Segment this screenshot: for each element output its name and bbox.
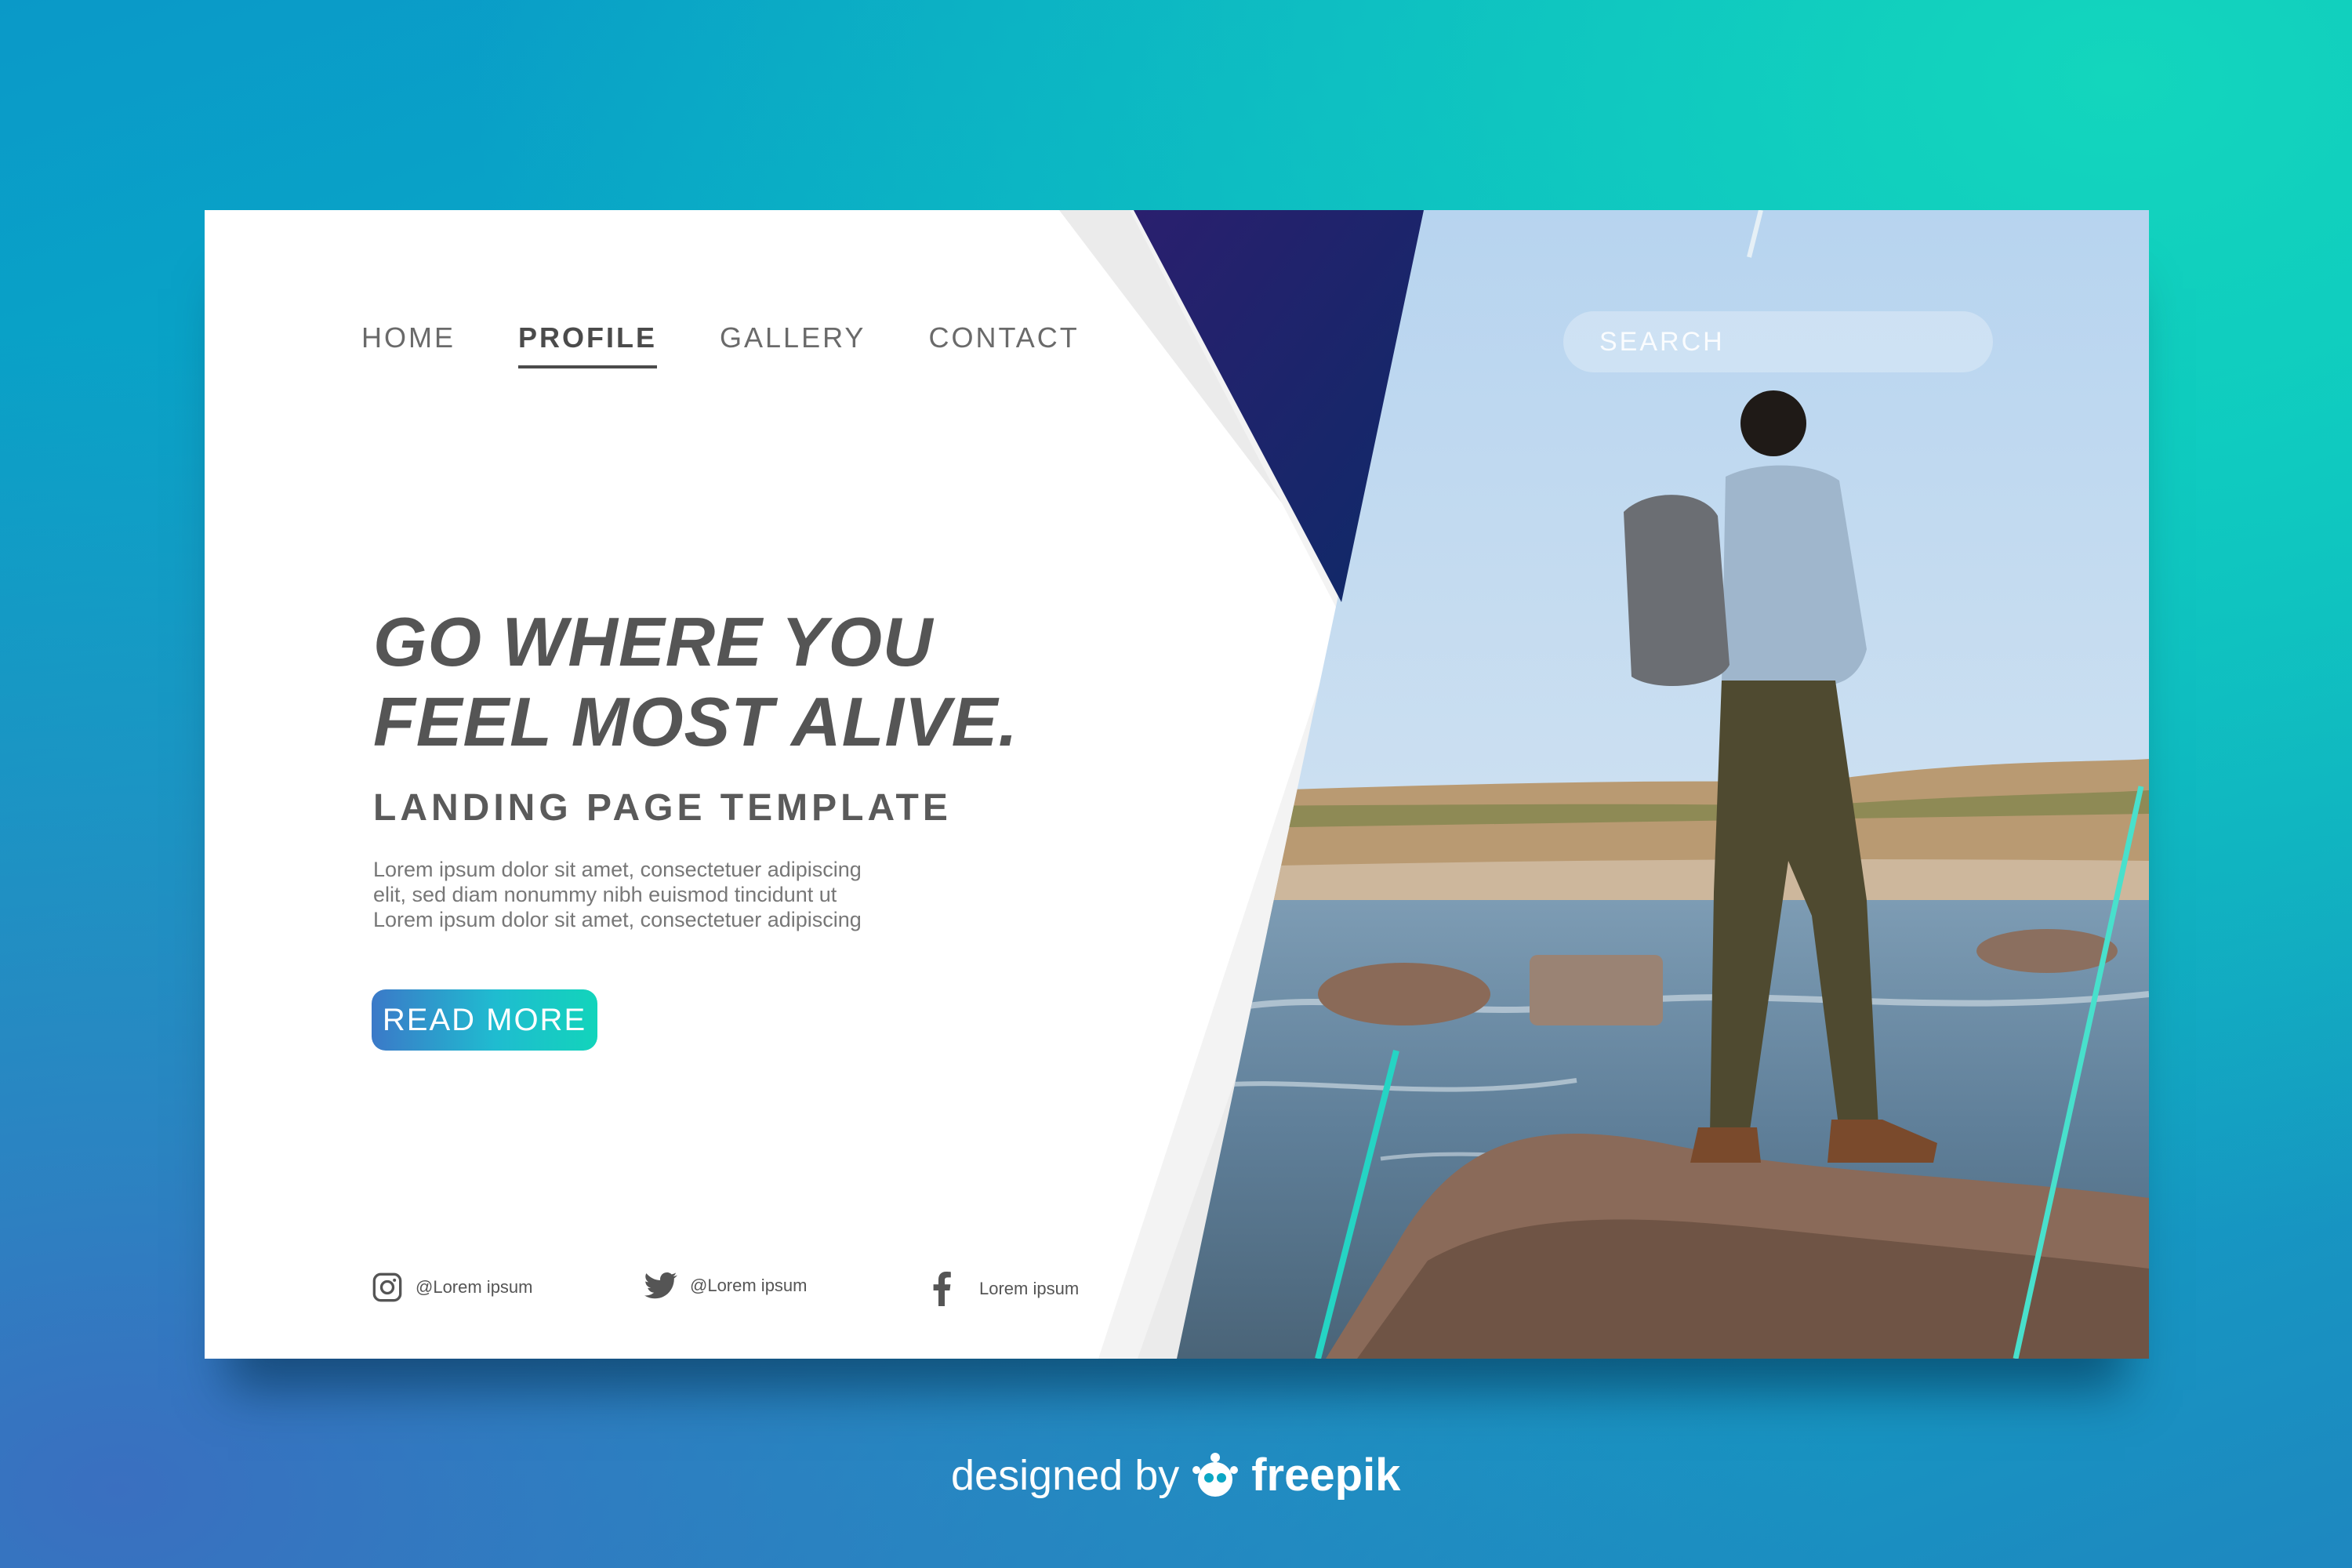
nav-gallery[interactable]: GALLERY bbox=[720, 321, 866, 368]
search-input[interactable] bbox=[1563, 311, 1993, 372]
designer-credit: designed by freepik bbox=[951, 1449, 1400, 1501]
nav-profile[interactable]: PROFILE bbox=[518, 321, 658, 368]
social-instagram[interactable]: @Lorem ipsum bbox=[372, 1272, 533, 1303]
instagram-icon bbox=[372, 1272, 402, 1302]
body-line-1: Lorem ipsum dolor sit amet, consectetuer… bbox=[373, 858, 862, 881]
freepik-logo-icon bbox=[1192, 1452, 1239, 1497]
body-line-2: elit, sed diam nonummy nibh euismod tinc… bbox=[373, 883, 837, 906]
headline: GO WHERE YOU FEEL MOST ALIVE. bbox=[373, 602, 1018, 762]
read-more-button[interactable]: READ MORE bbox=[372, 989, 597, 1051]
facebook-handle: Lorem ipsum bbox=[979, 1279, 1080, 1298]
twitter-icon bbox=[644, 1272, 677, 1299]
social-twitter[interactable]: @Lorem ipsum bbox=[644, 1272, 808, 1300]
credit-prefix: designed by bbox=[951, 1451, 1180, 1499]
social-facebook[interactable]: Lorem ipsum bbox=[932, 1272, 1079, 1306]
headline-line-2: FEEL MOST ALIVE. bbox=[373, 683, 1018, 760]
body-line-3: Lorem ipsum dolor sit amet, consectetuer… bbox=[373, 908, 862, 931]
credit-brand: freepik bbox=[1251, 1450, 1401, 1501]
hero-photo bbox=[205, 210, 2149, 1359]
twitter-handle: @Lorem ipsum bbox=[690, 1276, 808, 1295]
landing-card: HOME PROFILE GALLERY CONTACT GO WHERE YO… bbox=[205, 210, 2149, 1359]
headline-line-1: GO WHERE YOU bbox=[373, 603, 934, 681]
instagram-handle: @Lorem ipsum bbox=[416, 1277, 533, 1297]
body-text: Lorem ipsum dolor sit amet, consectetuer… bbox=[373, 857, 922, 932]
subtitle: LANDING PAGE TEMPLATE bbox=[373, 787, 952, 829]
main-nav: HOME PROFILE GALLERY CONTACT bbox=[361, 321, 1080, 368]
nav-home[interactable]: HOME bbox=[361, 321, 456, 368]
facebook-icon bbox=[933, 1272, 951, 1306]
nav-contact[interactable]: CONTACT bbox=[928, 321, 1079, 368]
